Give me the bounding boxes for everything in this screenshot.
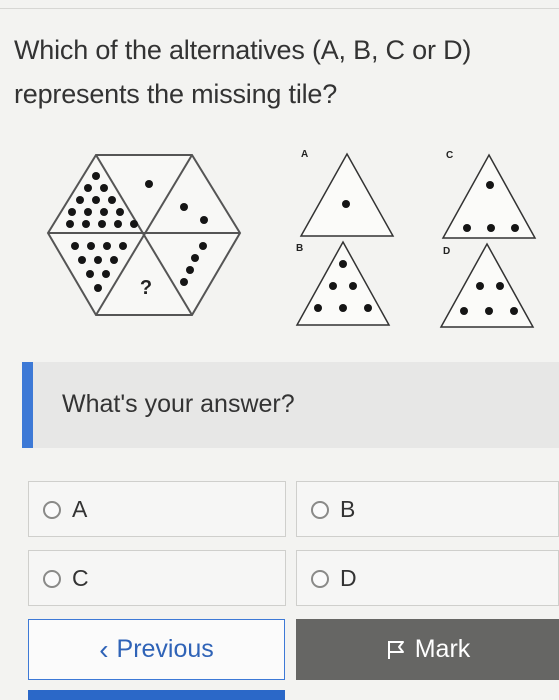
dot bbox=[364, 304, 372, 312]
dot bbox=[100, 184, 108, 192]
dot bbox=[84, 208, 92, 216]
top-divider bbox=[0, 8, 559, 9]
option-label: A bbox=[72, 496, 88, 522]
question-text: Which of the alternatives (A, B, C or D)… bbox=[14, 28, 544, 116]
flag-icon bbox=[387, 640, 404, 659]
dot bbox=[314, 304, 322, 312]
puzzle-figure: ? A B C D bbox=[46, 149, 537, 328]
choice-a-tile: A bbox=[299, 149, 395, 237]
choice-b-label: B bbox=[296, 243, 303, 254]
choice-c-label: C bbox=[446, 150, 453, 161]
dot bbox=[191, 254, 199, 262]
dot bbox=[76, 196, 84, 204]
previous-button[interactable]: ‹ Previous bbox=[28, 619, 285, 680]
mark-button[interactable]: Mark bbox=[296, 619, 559, 680]
dot bbox=[496, 282, 504, 290]
radio-c[interactable] bbox=[43, 570, 61, 588]
dot bbox=[180, 203, 188, 211]
dot bbox=[86, 270, 94, 278]
dot bbox=[200, 216, 208, 224]
bottom-accent-bar bbox=[28, 690, 285, 700]
dot bbox=[103, 242, 111, 250]
previous-label: Previous bbox=[116, 635, 214, 663]
dot bbox=[486, 181, 494, 189]
dot bbox=[66, 220, 74, 228]
choice-d-tile: D bbox=[439, 242, 535, 328]
dot bbox=[485, 307, 493, 315]
dot bbox=[68, 208, 76, 216]
choice-c-tile: C bbox=[441, 150, 537, 239]
answer-prompt: What's your answer? bbox=[62, 390, 295, 418]
radio-b[interactable] bbox=[311, 501, 329, 519]
dot bbox=[329, 282, 337, 290]
dot bbox=[110, 256, 118, 264]
dot bbox=[511, 224, 519, 232]
dot bbox=[510, 307, 518, 315]
question-line-2: represents the missing tile? bbox=[14, 79, 338, 109]
option-label: B bbox=[340, 496, 356, 522]
option-d[interactable]: D bbox=[296, 550, 559, 606]
answer-prompt-panel: What's your answer? bbox=[22, 362, 559, 448]
dot bbox=[130, 220, 138, 228]
dot bbox=[94, 256, 102, 264]
radio-d[interactable] bbox=[311, 570, 329, 588]
dot bbox=[199, 242, 207, 250]
mark-label: Mark bbox=[414, 635, 471, 663]
choice-d-label: D bbox=[443, 246, 450, 257]
dot bbox=[463, 224, 471, 232]
missing-tile-mark: ? bbox=[140, 277, 152, 299]
dot bbox=[145, 180, 153, 188]
question-line-1: Which of the alternatives (A, B, C or D) bbox=[14, 35, 472, 65]
dot bbox=[84, 184, 92, 192]
dot bbox=[87, 242, 95, 250]
dot bbox=[92, 172, 100, 180]
option-b[interactable]: B bbox=[296, 481, 559, 537]
dot bbox=[119, 242, 127, 250]
dot bbox=[98, 220, 106, 228]
dot bbox=[476, 282, 484, 290]
choice-b-tile: B bbox=[295, 240, 391, 326]
dot bbox=[108, 196, 116, 204]
radio-a[interactable] bbox=[43, 501, 61, 519]
option-label: C bbox=[72, 565, 89, 591]
dot bbox=[180, 278, 188, 286]
dot bbox=[78, 256, 86, 264]
dot bbox=[339, 304, 347, 312]
dot bbox=[116, 208, 124, 216]
option-label: D bbox=[340, 565, 357, 591]
dot bbox=[102, 270, 110, 278]
dot bbox=[94, 284, 102, 292]
choice-a-label: A bbox=[301, 149, 308, 160]
option-a[interactable]: A bbox=[28, 481, 286, 537]
dot bbox=[71, 242, 79, 250]
dot bbox=[92, 196, 100, 204]
choice-d-triangle bbox=[439, 242, 535, 328]
choice-a-triangle bbox=[299, 152, 395, 237]
dot bbox=[100, 208, 108, 216]
option-c[interactable]: C bbox=[28, 550, 286, 606]
chevron-left-icon: ‹ bbox=[99, 633, 109, 665]
hexagon-puzzle: ? bbox=[46, 154, 242, 316]
choice-b-triangle bbox=[295, 240, 391, 326]
dot bbox=[487, 224, 495, 232]
dot bbox=[460, 307, 468, 315]
dot bbox=[342, 200, 350, 208]
dot bbox=[349, 282, 357, 290]
dot bbox=[114, 220, 122, 228]
dot bbox=[186, 266, 194, 274]
dot bbox=[339, 260, 347, 268]
accent-bar bbox=[22, 362, 33, 448]
dot bbox=[82, 220, 90, 228]
